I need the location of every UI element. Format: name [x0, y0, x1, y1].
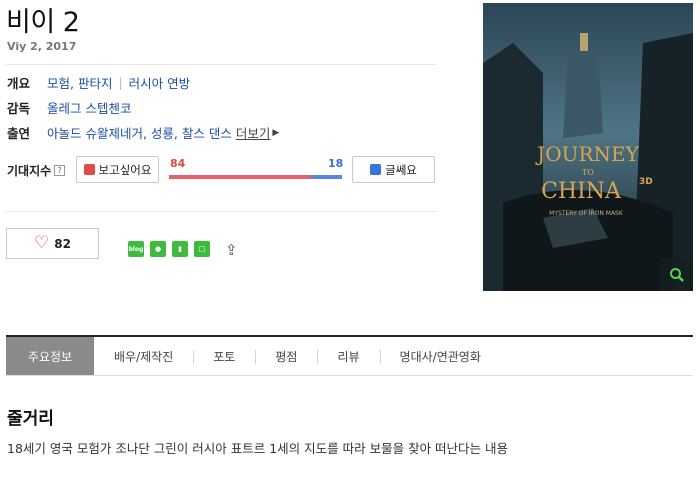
tab-divider [193, 350, 195, 364]
genre-link[interactable]: 모험, 판타지 [47, 73, 112, 92]
tab-label: 명대사/연관영화 [399, 349, 481, 364]
expectation-label: 기대지수 [7, 164, 52, 178]
bookmark-icon[interactable]: ▮ [172, 241, 188, 257]
poster-image: JOURNEY TO CHINA 3D MYSTERY OF IRON MASK [483, 3, 693, 291]
tab-quotes-related[interactable]: 명대사/연관영화 [379, 337, 501, 375]
overview-row: 개요 모험, 판타지 | 러시아 연방 [7, 73, 190, 92]
tab-bar: 주요정보 배우/제작진 포토 평점 리뷰 명대사/연관영화 [6, 335, 693, 376]
divider [6, 64, 436, 65]
not-sure-button[interactable]: 글쎄요 [352, 156, 435, 183]
movie-title: 비이 2 [6, 7, 80, 38]
talk-icon[interactable]: ● [150, 241, 166, 257]
expectation-bar [169, 175, 342, 179]
tab-photo[interactable]: 포토 [193, 337, 255, 375]
want-count: 84 [170, 157, 186, 170]
thumbs-up-icon [83, 164, 95, 175]
overview-label: 개요 [7, 76, 31, 91]
tab-divider [379, 350, 381, 364]
tab-divider [317, 350, 319, 364]
chevron-right-icon: ▶ [272, 127, 280, 138]
like-count: 82 [54, 236, 71, 251]
poster-title-3: CHINA [541, 179, 622, 204]
tab-label: 포토 [213, 349, 236, 364]
want-to-see-button[interactable]: 보고싶어요 [76, 156, 159, 183]
no-count: 18 [328, 157, 344, 170]
director-label: 감독 [7, 101, 31, 116]
tab-rating[interactable]: 평점 [255, 337, 317, 375]
more-link[interactable]: 더보기 [236, 123, 271, 142]
poster-title-2: TO [582, 168, 594, 177]
poster-subtitle: MYSTERY OF IRON MASK [549, 210, 624, 217]
share-icons: blog ● ▮ □ [128, 241, 210, 257]
heart-icon: ♡ [34, 233, 50, 253]
poster-3d-tag: 3D [639, 177, 653, 187]
expectation-label-group: 기대지수 ? [7, 162, 66, 179]
tab-main-info[interactable]: 주요정보 [6, 337, 94, 375]
country-link[interactable]: 러시아 연방 [129, 73, 190, 92]
director-row: 감독 올레그 스텝첸코 [7, 98, 131, 117]
tab-label: 주요정보 [27, 349, 73, 364]
plot-text: 18세기 영국 모험가 조나단 그린이 러시아 표트르 1세의 지도를 따라 보… [7, 441, 509, 456]
plot-heading: 줄거리 [7, 409, 54, 429]
no-button-label: 글쎄요 [385, 162, 417, 177]
tab-label: 리뷰 [337, 349, 360, 364]
share-out-icon[interactable]: ⇪ [225, 241, 238, 259]
band-icon[interactable]: □ [194, 241, 210, 257]
divider [6, 211, 436, 212]
cast-label: 출연 [7, 126, 31, 141]
poster-title-1: JOURNEY [535, 142, 639, 166]
cast-link[interactable]: 아놀드 슈왈제네거, 성룡, 찰스 댄스 [47, 123, 232, 142]
want-button-label: 보고싶어요 [98, 162, 152, 177]
blog-icon[interactable]: blog [128, 241, 144, 257]
separator: | [118, 75, 123, 90]
zoom-icon [669, 267, 684, 282]
tab-divider [255, 350, 257, 364]
tab-review[interactable]: 리뷰 [317, 337, 379, 375]
tab-label: 배우/제작진 [114, 349, 174, 364]
release-info: Viy 2, 2017 [7, 40, 77, 53]
help-icon[interactable]: ? [54, 165, 66, 176]
tab-label: 평점 [275, 349, 298, 364]
cast-row: 출연 아놀드 슈왈제네거, 성룡, 찰스 댄스 더보기 ▶ [7, 123, 279, 142]
like-button[interactable]: ♡ 82 [6, 228, 99, 259]
thumbs-down-icon [370, 164, 382, 175]
zoom-button[interactable] [660, 258, 693, 291]
movie-poster[interactable]: JOURNEY TO CHINA 3D MYSTERY OF IRON MASK [483, 3, 693, 291]
tab-cast-crew[interactable]: 배우/제작진 [94, 337, 193, 375]
expectation-bar-fill [169, 175, 311, 179]
director-link[interactable]: 올레그 스텝첸코 [47, 98, 131, 117]
